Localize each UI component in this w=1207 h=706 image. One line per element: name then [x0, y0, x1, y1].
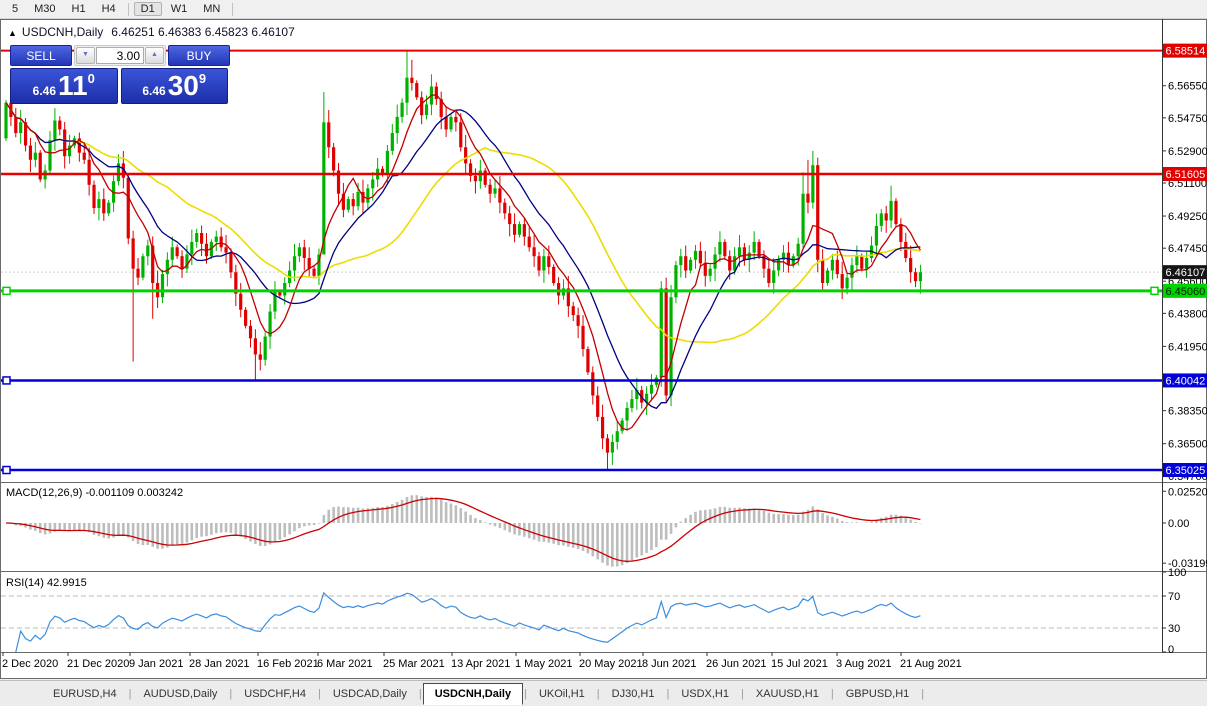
buy-price-main: 30 [168, 73, 199, 100]
sell-button[interactable]: SELL [10, 45, 72, 66]
svg-text:1 May 2021: 1 May 2021 [515, 658, 572, 670]
timeframe-button-d1[interactable]: D1 [134, 2, 162, 16]
svg-text:6.54750: 6.54750 [1168, 113, 1207, 125]
one-click-trade-panel: SELL ▼ ▲ BUY 6.46 11 0 6.46 30 9 [10, 45, 228, 104]
svg-text:6.36500: 6.36500 [1168, 439, 1207, 451]
sell-price-pip: 0 [88, 71, 95, 86]
svg-text:30: 30 [1168, 623, 1180, 635]
collapse-arrow-icon[interactable]: ▲ [8, 28, 17, 38]
timeframe-button-h4[interactable]: H4 [95, 2, 123, 16]
svg-text:6.56550: 6.56550 [1168, 81, 1207, 93]
svg-text:6.58514: 6.58514 [1166, 46, 1206, 58]
svg-text:6.49250: 6.49250 [1168, 211, 1207, 223]
volume-decrease-button[interactable]: ▼ [76, 47, 95, 64]
chart-symbol-label: USDCNH,Daily [22, 25, 103, 39]
toolbar-separator [128, 3, 129, 16]
svg-text:6.41950: 6.41950 [1168, 341, 1207, 353]
svg-text:2 Dec 2020: 2 Dec 2020 [2, 658, 58, 670]
chart-canvas[interactable]: 6.565506.547506.529006.511006.492506.474… [0, 0, 1207, 706]
svg-text:6.47450: 6.47450 [1168, 243, 1207, 255]
timeframe-button-5[interactable]: 5 [5, 2, 25, 16]
svg-text:6.43800: 6.43800 [1168, 308, 1207, 320]
svg-text:21 Dec 2020: 21 Dec 2020 [67, 658, 129, 670]
timeframe-button-w1[interactable]: W1 [164, 2, 195, 16]
trading-terminal: 6.565506.547506.529006.511006.492506.474… [0, 0, 1207, 706]
tab-separator: | [920, 688, 925, 700]
chart-tab-xauusd[interactable]: XAUUSD,H1 [745, 684, 830, 704]
timeframe-bar: 5M30H1H4 D1W1MN [0, 0, 1207, 19]
chart-tab-usdchf[interactable]: USDCHF,H4 [233, 684, 317, 704]
volume-input[interactable] [96, 47, 144, 64]
chart-title: ▲ USDCNH,Daily 6.46251 6.46383 6.45823 6.4… [8, 25, 295, 39]
chart-tab-audusd[interactable]: AUDUSD,Daily [132, 684, 228, 704]
chart-tab-usdcnh[interactable]: USDCNH,Daily [423, 683, 523, 705]
buy-price-box[interactable]: 6.46 30 9 [121, 68, 229, 104]
svg-text:6.45060: 6.45060 [1166, 286, 1206, 298]
hline-anchor[interactable] [1151, 287, 1158, 294]
sell-price-box[interactable]: 6.46 11 0 [10, 68, 118, 104]
symbol-tab-bar: EURUSD,H4|AUDUSD,Daily|USDCHF,H4|USDCAD,… [0, 680, 1207, 706]
svg-text:6.38350: 6.38350 [1168, 406, 1207, 418]
hline-anchor[interactable] [3, 287, 10, 294]
buy-button[interactable]: BUY [168, 45, 230, 66]
svg-text:0: 0 [1168, 644, 1174, 656]
chart-tab-usdcad[interactable]: USDCAD,Daily [322, 684, 418, 704]
chart-tab-dj30[interactable]: DJ30,H1 [601, 684, 666, 704]
chart-tab-gbpusd[interactable]: GBPUSD,H1 [835, 684, 921, 704]
hline-anchor[interactable] [3, 467, 10, 474]
svg-text:6.51605: 6.51605 [1166, 169, 1206, 181]
timeframe-button-h1[interactable]: H1 [65, 2, 93, 16]
chart-tab-ukoil[interactable]: UKOil,H1 [528, 684, 596, 704]
sell-price-main: 11 [58, 73, 88, 100]
svg-text:20 May 2021: 20 May 2021 [579, 658, 643, 670]
chart-ohlc-values: 6.46251 6.46383 6.45823 6.46107 [111, 25, 295, 39]
volume-increase-button[interactable]: ▲ [145, 47, 164, 64]
chart-tab-eurusd[interactable]: EURUSD,H4 [42, 684, 128, 704]
svg-text:8 Jun 2021: 8 Jun 2021 [642, 658, 696, 670]
svg-text:70: 70 [1168, 591, 1180, 603]
sell-price-prefix: 6.46 [33, 82, 56, 100]
svg-text:9 Jan 2021: 9 Jan 2021 [129, 658, 183, 670]
chart-tab-usdx[interactable]: USDX,H1 [670, 684, 740, 704]
macd-label: MACD(12,26,9) -0.001109 0.003242 [6, 487, 183, 499]
svg-text:6 Mar 2021: 6 Mar 2021 [317, 658, 373, 670]
buy-price-prefix: 6.46 [142, 82, 165, 100]
svg-text:3 Aug 2021: 3 Aug 2021 [836, 658, 892, 670]
buy-price-pip: 9 [199, 71, 206, 86]
rsi-label: RSI(14) 42.9915 [6, 577, 87, 589]
timeframe-button-m30[interactable]: M30 [27, 2, 62, 16]
svg-text:100: 100 [1168, 567, 1186, 579]
svg-text:6.46107: 6.46107 [1166, 267, 1206, 279]
svg-text:25 Mar 2021: 25 Mar 2021 [383, 658, 445, 670]
timeframe-button-mn[interactable]: MN [196, 2, 227, 16]
chart-window-bg [1, 20, 1206, 678]
svg-text:0.025209: 0.025209 [1168, 486, 1207, 498]
svg-text:21 Aug 2021: 21 Aug 2021 [900, 658, 962, 670]
svg-text:6.52900: 6.52900 [1168, 146, 1207, 158]
svg-text:0.00: 0.00 [1168, 518, 1189, 530]
svg-text:15 Jul 2021: 15 Jul 2021 [771, 658, 828, 670]
svg-text:6.40042: 6.40042 [1166, 375, 1206, 387]
svg-text:28 Jan 2021: 28 Jan 2021 [189, 658, 250, 670]
svg-text:16 Feb 2021: 16 Feb 2021 [257, 658, 319, 670]
svg-text:26 Jun 2021: 26 Jun 2021 [706, 658, 767, 670]
toolbar-separator [232, 3, 233, 16]
svg-text:6.35025: 6.35025 [1166, 465, 1206, 477]
svg-text:13 Apr 2021: 13 Apr 2021 [451, 658, 510, 670]
volume-stepper: ▼ ▲ [74, 45, 166, 66]
hline-anchor[interactable] [3, 377, 10, 384]
